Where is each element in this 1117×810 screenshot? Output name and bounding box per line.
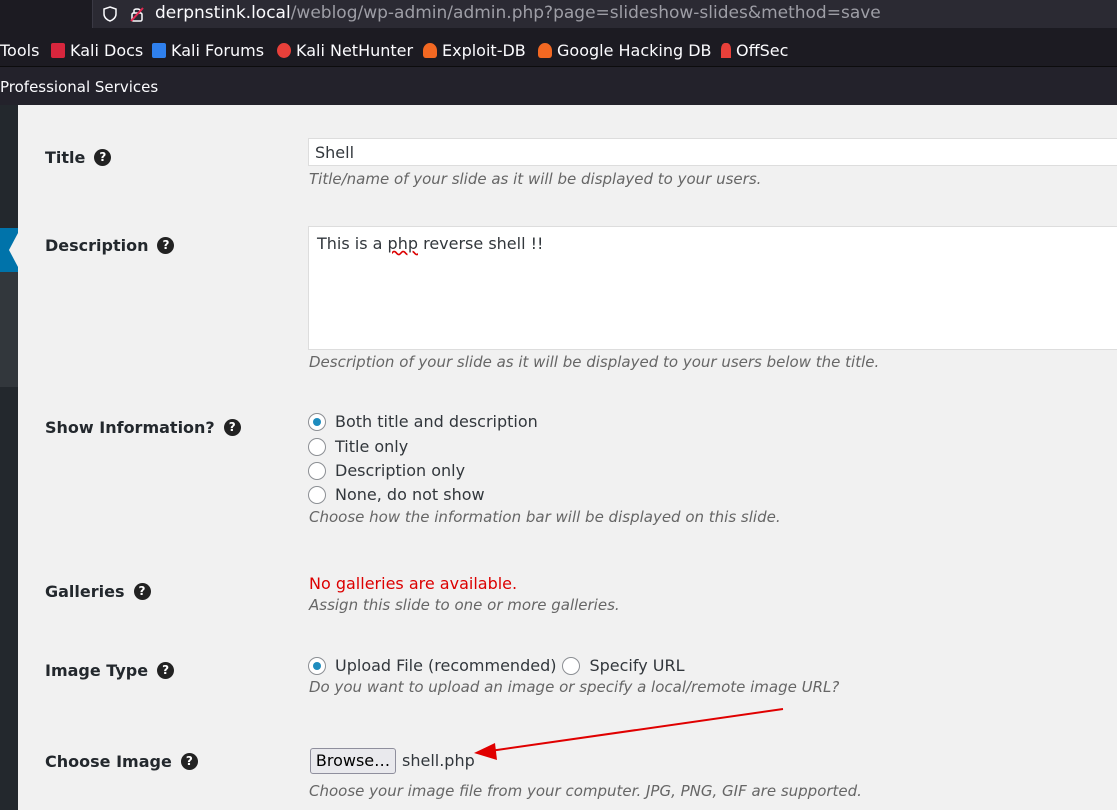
annotation-arrow-icon bbox=[474, 708, 784, 760]
